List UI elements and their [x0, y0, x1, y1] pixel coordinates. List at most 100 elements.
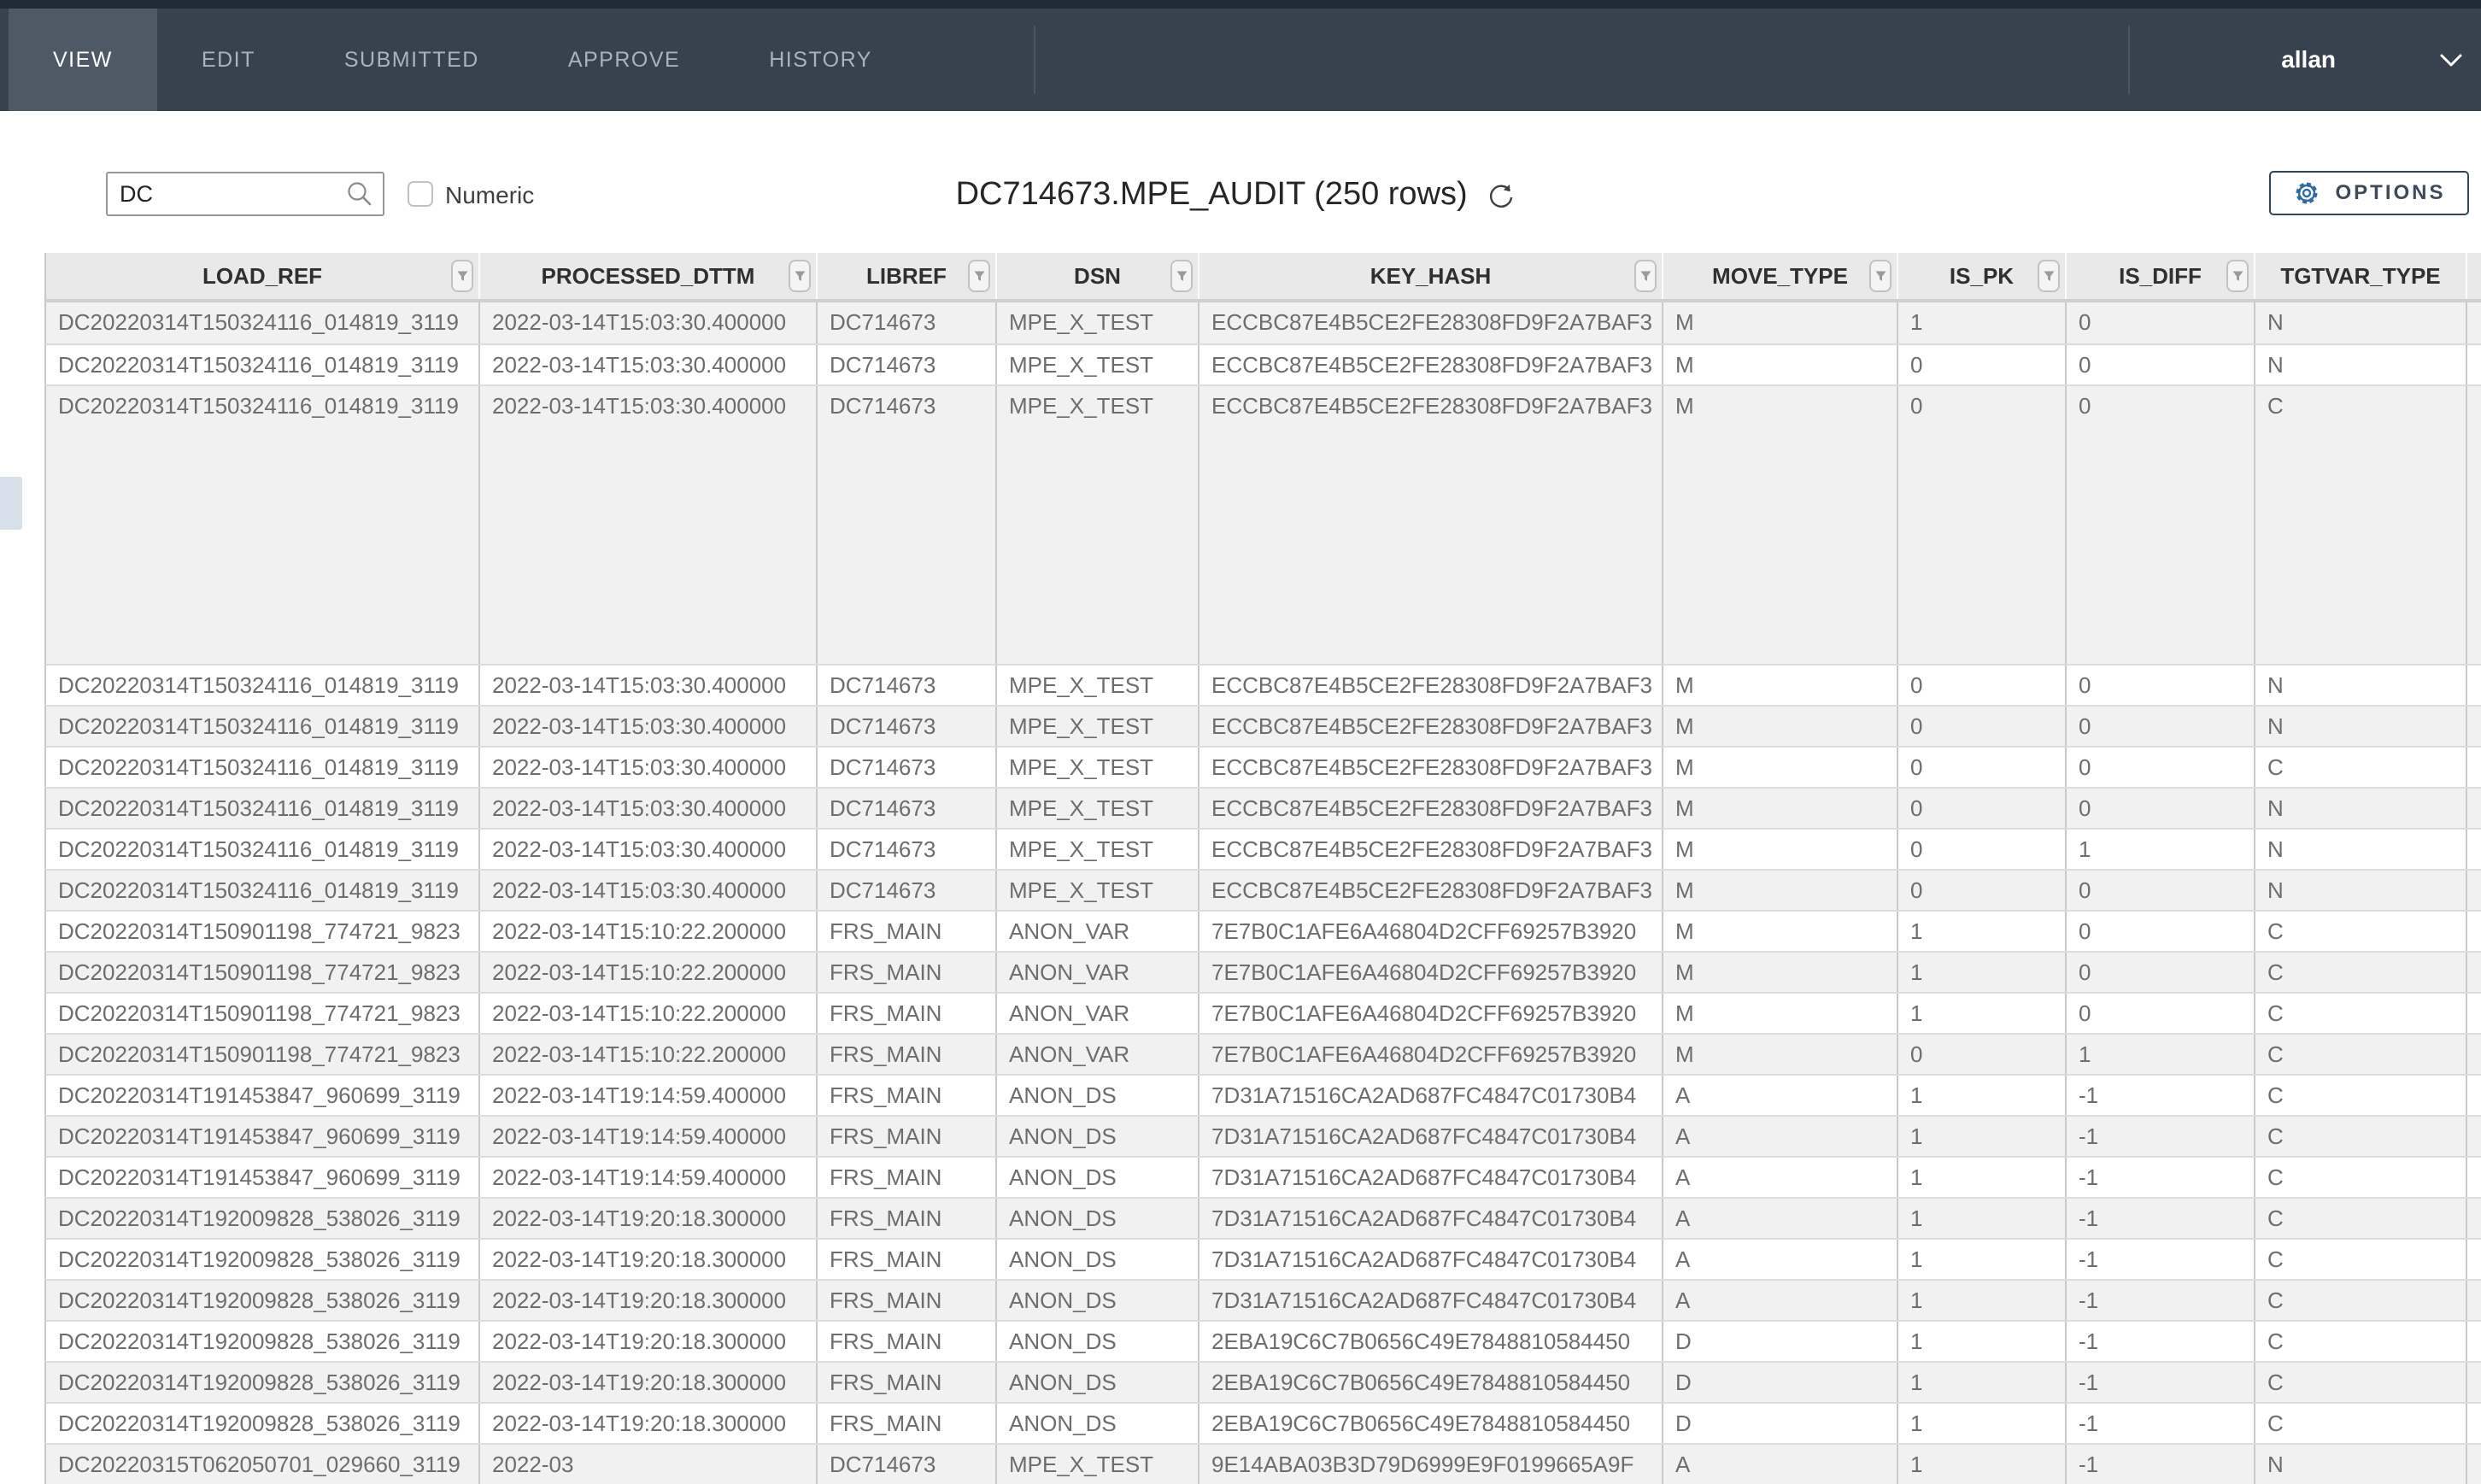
search-input[interactable]: [108, 181, 345, 208]
table-cell: FRS_MAIN: [818, 1322, 997, 1361]
tab-history[interactable]: HISTORY: [724, 9, 917, 111]
table-cell: DC20220314T150324116_014819_3119: [46, 666, 480, 705]
table-cell: [2467, 1363, 2481, 1402]
column-header-processed_dttm: PROCESSED_DTTM: [480, 253, 818, 299]
column-header-is_pk: IS_PK: [1898, 253, 2067, 299]
table-cell: 2022-03-14T15:03:30.400000: [480, 830, 818, 869]
numeric-checkbox-label: Numeric: [445, 182, 534, 209]
table-cell: N: [2255, 302, 2467, 343]
funnel-icon[interactable]: [789, 260, 811, 292]
data-table: LOAD_REF PROCESSED_DTTM LIBREF DSN KEY_H…: [44, 253, 2481, 1484]
table-cell: 2022-03-14T15:10:22.200000: [480, 1035, 818, 1074]
column-header-label: IS_DIFF: [2119, 263, 2202, 290]
table-cell: 1: [1898, 1117, 2067, 1156]
table-row[interactable]: DC20220314T150324116_014819_31192022-03-…: [44, 384, 2481, 664]
tab-view[interactable]: VIEW: [9, 9, 157, 111]
table-cell: 7E7B0C1AFE6A46804D2CFF69257B3920: [1199, 912, 1663, 951]
table-row[interactable]: DC20220314T191453847_960699_31192022-03-…: [44, 1156, 2481, 1197]
column-header-key_hash: KEY_HASH: [1199, 253, 1663, 299]
table-cell: DC20220314T191453847_960699_3119: [46, 1158, 480, 1197]
table-cell: M: [1663, 386, 1898, 664]
table-cell: N: [2255, 707, 2467, 746]
table-cell: C: [2255, 1158, 2467, 1197]
refresh-icon[interactable]: [1487, 181, 1517, 212]
table-row[interactable]: DC20220314T150901198_774721_98232022-03-…: [44, 992, 2481, 1033]
funnel-icon[interactable]: [2226, 260, 2249, 292]
table-row[interactable]: DC20220314T150324116_014819_31192022-03-…: [44, 664, 2481, 705]
table-cell: 0: [1898, 666, 2067, 705]
table-cell: M: [1663, 953, 1898, 992]
chevron-down-icon[interactable]: [2437, 51, 2466, 70]
tab-edit[interactable]: EDIT: [157, 9, 300, 111]
table-cell: 2022-03-14T19:14:59.400000: [480, 1158, 818, 1197]
table-cell: 7D31A71516CA2AD687FC4847C01730B4: [1199, 1117, 1663, 1156]
table-row[interactable]: DC20220314T150324116_014819_31192022-03-…: [44, 787, 2481, 828]
user-menu[interactable]: allan: [2281, 9, 2336, 111]
table-cell: FRS_MAIN: [818, 994, 997, 1033]
table-row[interactable]: DC20220314T191453847_960699_31192022-03-…: [44, 1115, 2481, 1156]
table-cell: ECCBC87E4B5CE2FE28308FD9F2A7BAF3: [1199, 302, 1663, 343]
table-cell: C: [2255, 1035, 2467, 1074]
table-cell: DC20220314T191453847_960699_3119: [46, 1117, 480, 1156]
table-row[interactable]: DC20220314T150324116_014819_31192022-03-…: [44, 343, 2481, 384]
table-row[interactable]: DC20220314T192009828_538026_31192022-03-…: [44, 1197, 2481, 1238]
table-row[interactable]: DC20220314T192009828_538026_31192022-03-…: [44, 1402, 2481, 1443]
table-cell: 2022-03-14T19:20:18.300000: [480, 1322, 818, 1361]
table-cell: 0: [2067, 789, 2255, 828]
table-cell: M: [1663, 871, 1898, 910]
tab-approve[interactable]: APPROVE: [524, 9, 724, 111]
table-row[interactable]: DC20220314T150901198_774721_98232022-03-…: [44, 1033, 2481, 1074]
table-cell: A: [1663, 1240, 1898, 1279]
funnel-icon[interactable]: [1869, 260, 1892, 292]
funnel-icon[interactable]: [451, 260, 473, 292]
table-cell: DC20220314T150324116_014819_3119: [46, 707, 480, 746]
table-cell: 2022-03-14T19:20:18.300000: [480, 1281, 818, 1320]
funnel-icon[interactable]: [1634, 260, 1657, 292]
funnel-icon[interactable]: [1170, 260, 1193, 292]
table-cell: [2467, 1035, 2481, 1074]
funnel-icon[interactable]: [2038, 260, 2060, 292]
table-cell: [2467, 1404, 2481, 1443]
table-row[interactable]: DC20220314T192009828_538026_31192022-03-…: [44, 1238, 2481, 1279]
table-cell: DC20220314T192009828_538026_3119: [46, 1404, 480, 1443]
table-row[interactable]: DC20220314T150324116_014819_31192022-03-…: [44, 828, 2481, 869]
table-cell: ECCBC87E4B5CE2FE28308FD9F2A7BAF3: [1199, 830, 1663, 869]
table-cell: 1: [1898, 1363, 2067, 1402]
table-cell: ECCBC87E4B5CE2FE28308FD9F2A7BAF3: [1199, 707, 1663, 746]
table-row[interactable]: DC20220314T150324116_014819_31192022-03-…: [44, 302, 2481, 343]
table-cell: FRS_MAIN: [818, 912, 997, 951]
tab-submitted[interactable]: SUBMITTED: [300, 9, 524, 111]
table-cell: 9E14ABA03B3D79D6999E9F0199665A9F: [1199, 1445, 1663, 1484]
table-row[interactable]: DC20220314T150324116_014819_31192022-03-…: [44, 869, 2481, 910]
table-cell: -1: [2067, 1076, 2255, 1115]
table-cell: 1: [2067, 1035, 2255, 1074]
table-row[interactable]: DC20220314T192009828_538026_31192022-03-…: [44, 1320, 2481, 1361]
table-cell: DC714673: [818, 345, 997, 384]
table-cell: C: [2255, 1404, 2467, 1443]
table-cell: N: [2255, 1445, 2467, 1484]
table-cell: A: [1663, 1281, 1898, 1320]
table-cell: MPE_X_TEST: [997, 707, 1199, 746]
table-row[interactable]: DC20220314T150324116_014819_31192022-03-…: [44, 705, 2481, 746]
table-cell: M: [1663, 1035, 1898, 1074]
funnel-icon[interactable]: [968, 260, 990, 292]
table-cell: 0: [1898, 345, 2067, 384]
table-row[interactable]: DC20220314T192009828_538026_31192022-03-…: [44, 1279, 2481, 1320]
numeric-checkbox[interactable]: [408, 181, 433, 207]
left-panel-handle[interactable]: [0, 477, 22, 530]
table-row[interactable]: DC20220315T062050701_029660_31192022-03D…: [44, 1443, 2481, 1484]
table-row[interactable]: DC20220314T150901198_774721_98232022-03-…: [44, 910, 2481, 951]
table-row[interactable]: DC20220314T191453847_960699_31192022-03-…: [44, 1074, 2481, 1115]
options-button[interactable]: OPTIONS: [2269, 171, 2469, 215]
table-cell: 7E7B0C1AFE6A46804D2CFF69257B3920: [1199, 1035, 1663, 1074]
table-cell: DC714673: [818, 302, 997, 343]
table-cell: DC20220314T192009828_538026_3119: [46, 1281, 480, 1320]
table-cell: FRS_MAIN: [818, 1117, 997, 1156]
table-cell: MPE_X_TEST: [997, 302, 1199, 343]
column-header-label: LOAD_REF: [202, 263, 322, 290]
table-row[interactable]: DC20220314T192009828_538026_31192022-03-…: [44, 1361, 2481, 1402]
table-cell: 0: [1898, 748, 2067, 787]
table-row[interactable]: DC20220314T150901198_774721_98232022-03-…: [44, 951, 2481, 992]
table-row[interactable]: DC20220314T150324116_014819_31192022-03-…: [44, 746, 2481, 787]
table-cell: ECCBC87E4B5CE2FE28308FD9F2A7BAF3: [1199, 789, 1663, 828]
